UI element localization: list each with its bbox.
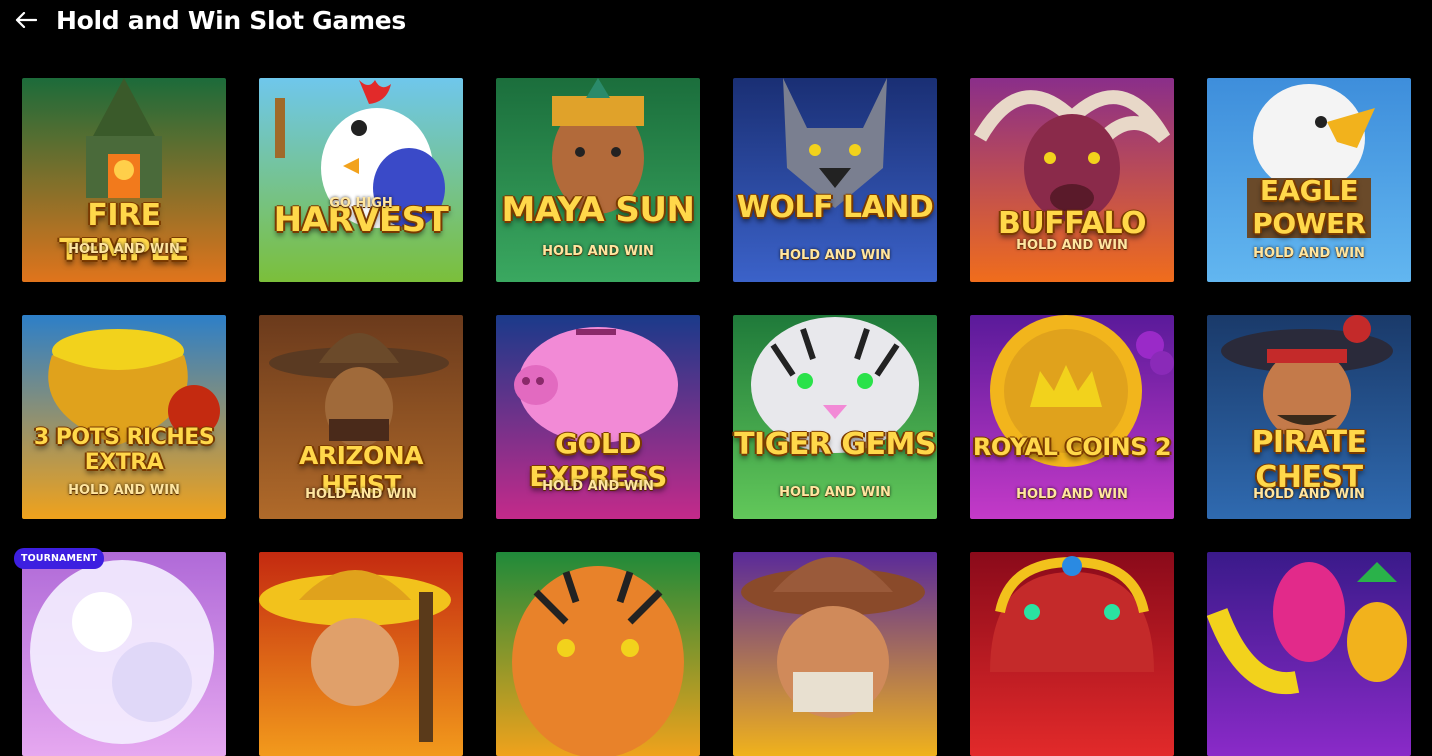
game-tile[interactable]: FIRE TEMPLE HOLD AND WIN — [22, 78, 226, 282]
game-tile[interactable]: TIGER GEMS HOLD AND WIN — [733, 315, 937, 519]
game-title: BUFFALO — [997, 206, 1147, 241]
game-tile[interactable] — [970, 552, 1174, 756]
game-subtitle: HOLD AND WIN — [542, 479, 654, 494]
game-subtitle: HOLD AND WIN — [68, 483, 180, 498]
game-title: FIRE TEMPLE — [59, 198, 189, 268]
game-title: MAYA SUN — [501, 190, 695, 230]
game-tile[interactable]: WOLF LAND HOLD AND WIN — [733, 78, 937, 282]
game-tile[interactable]: GOLD EXPRESS HOLD AND WIN — [496, 315, 700, 519]
page-header: Hold and Win Slot Games — [0, 0, 1432, 44]
game-title: 3 POTS RICHES EXTRA — [33, 425, 215, 475]
game-tile[interactable]: HARVEST GO HIGH — [259, 78, 463, 282]
game-tile[interactable] — [259, 552, 463, 756]
game-subtitle: HOLD AND WIN — [1016, 238, 1128, 253]
game-title: EAGLE POWER — [1252, 174, 1366, 240]
game-thumbnail — [1207, 552, 1411, 756]
game-subtitle: HOLD AND WIN — [542, 244, 654, 259]
game-subtitle: HOLD AND WIN — [779, 485, 891, 500]
game-thumbnail — [259, 552, 463, 756]
game-tile[interactable]: 3 POTS RICHES EXTRA HOLD AND WIN — [22, 315, 226, 519]
game-tile[interactable]: EAGLE POWER HOLD AND WIN — [1207, 78, 1411, 282]
game-tile[interactable] — [1207, 552, 1411, 756]
game-thumbnail — [496, 552, 700, 756]
game-title: WOLF LAND — [736, 190, 934, 225]
page-title: Hold and Win Slot Games — [56, 6, 406, 35]
game-tile[interactable]: ROYAL COINS 2 HOLD AND WIN — [970, 315, 1174, 519]
game-grid: FIRE TEMPLE HOLD AND WIN HARVEST GO HIGH MAY… — [14, 78, 1411, 756]
game-tile[interactable]: MAYA SUN HOLD AND WIN — [496, 78, 700, 282]
game-title: ROYAL COINS 2 — [972, 433, 1172, 461]
game-subtitle: HOLD AND WIN — [1253, 246, 1365, 261]
game-subtitle: GO HIGH — [329, 196, 393, 211]
game-tile[interactable]: ARIZONA HEIST HOLD AND WIN — [259, 315, 463, 519]
game-tile[interactable]: TOURNAMENT — [14, 548, 226, 756]
game-subtitle: HOLD AND WIN — [779, 248, 891, 263]
game-tile[interactable]: PIRATE CHEST HOLD AND WIN — [1207, 315, 1411, 519]
game-subtitle: HOLD AND WIN — [305, 487, 417, 502]
game-subtitle: HOLD AND WIN — [1016, 487, 1128, 502]
game-tile[interactable] — [733, 552, 937, 756]
game-subtitle: HOLD AND WIN — [68, 242, 180, 257]
game-tile[interactable] — [496, 552, 700, 756]
game-tile[interactable]: BUFFALO HOLD AND WIN — [970, 78, 1174, 282]
game-title: TIGER GEMS — [734, 427, 936, 462]
back-arrow-icon[interactable] — [12, 6, 40, 34]
game-thumbnail — [259, 78, 463, 282]
game-thumbnail — [733, 552, 937, 756]
game-title: PIRATE CHEST — [1251, 425, 1367, 495]
game-subtitle: HOLD AND WIN — [1253, 487, 1365, 502]
tournament-badge: TOURNAMENT — [14, 548, 105, 569]
game-thumbnail — [970, 552, 1174, 756]
game-thumbnail — [22, 552, 226, 756]
